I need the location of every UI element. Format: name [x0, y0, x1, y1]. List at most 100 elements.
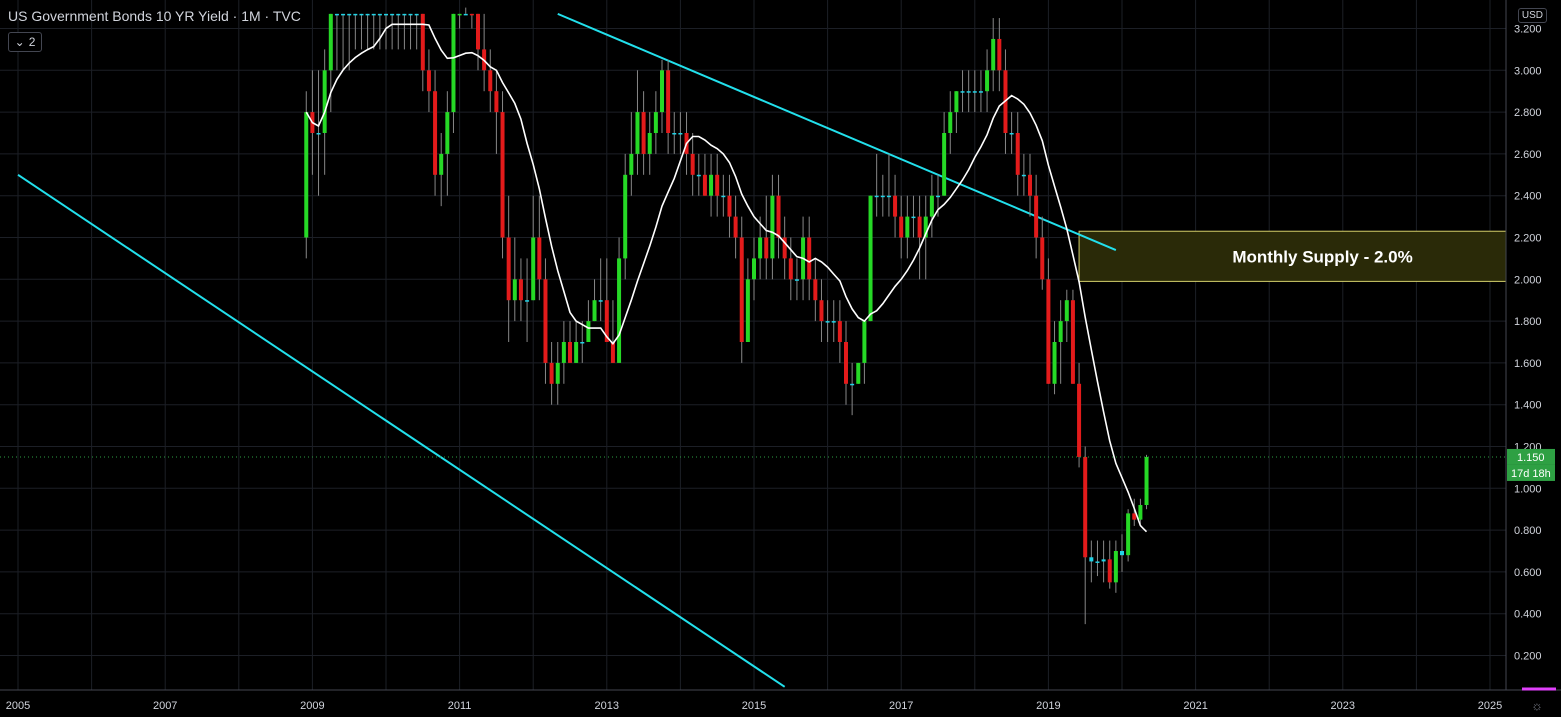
candle-body	[886, 195, 891, 198]
candle	[500, 91, 505, 259]
candle-body	[764, 237, 769, 259]
candle-body	[555, 362, 560, 384]
candle-body	[752, 258, 756, 280]
candle-body	[549, 362, 554, 384]
candle-body	[525, 300, 530, 302]
candle-body	[985, 70, 990, 92]
candle-body	[1064, 300, 1069, 322]
candle-body	[972, 91, 977, 93]
gear-icon[interactable]: ☼	[1531, 698, 1543, 713]
candle-body	[635, 112, 640, 154]
candle-body	[623, 174, 628, 259]
candle-body	[991, 38, 996, 71]
candle-body	[1028, 174, 1032, 196]
candle-body	[899, 216, 904, 238]
candle-body	[1040, 237, 1045, 280]
candle-body	[574, 342, 579, 363]
candle-body	[1113, 551, 1118, 583]
price-tick-label: 2.800	[1514, 107, 1542, 119]
candle-body	[463, 13, 468, 16]
time-tick-label: 2017	[889, 700, 913, 712]
candle-body	[420, 13, 425, 71]
candle-body	[825, 321, 830, 323]
candle-body	[1126, 513, 1131, 556]
candle-body	[408, 13, 413, 16]
chevron-down-icon: ⌄	[14, 35, 25, 49]
candle-body	[660, 70, 664, 113]
candle-body	[445, 112, 450, 154]
candle-body	[1089, 557, 1094, 562]
candle-body	[390, 13, 395, 16]
time-tick-label: 2021	[1183, 700, 1207, 712]
price-tick-label: 1.000	[1514, 483, 1542, 495]
candle-body	[1009, 133, 1014, 135]
candle-body	[469, 13, 474, 16]
candle-body	[610, 342, 615, 363]
candle-body	[653, 112, 658, 133]
candle-body	[457, 13, 462, 16]
candle-body	[580, 342, 585, 344]
candle-body	[1070, 300, 1075, 384]
candle-body	[500, 112, 505, 238]
candle-body	[568, 342, 572, 363]
price-tick-label: 0.200	[1514, 651, 1542, 663]
candle-body	[617, 258, 622, 363]
candle-body	[997, 38, 1002, 71]
candle-body	[813, 279, 818, 301]
candle-body	[1083, 456, 1088, 558]
candle-body	[1101, 559, 1106, 562]
candle-body	[647, 133, 652, 154]
candle-body	[586, 321, 591, 342]
candle-body	[709, 174, 714, 196]
candle-body	[758, 237, 763, 259]
last-price-value: 1.150	[1517, 452, 1545, 464]
candle-body	[414, 13, 419, 16]
candle-body	[1095, 561, 1100, 563]
supply-zone[interactable]: Monthly Supply - 2.0%	[1078, 230, 1507, 282]
candle-body	[353, 13, 358, 16]
candle-body	[334, 13, 339, 16]
candle-body	[347, 13, 352, 16]
candle-body	[629, 153, 634, 175]
price-tick-label: 0.600	[1514, 567, 1542, 579]
candle-body	[396, 13, 401, 16]
candle-body	[911, 216, 916, 219]
candle-body	[819, 300, 824, 322]
indicator-legend-toggle[interactable]: ⌄ 2	[8, 32, 42, 52]
price-tick-label: 1.600	[1514, 358, 1542, 370]
candle-body	[837, 321, 842, 342]
candle-body	[316, 133, 321, 135]
candle	[304, 91, 309, 259]
candle-body	[948, 112, 953, 133]
candle-body	[598, 300, 603, 302]
candle-body	[537, 237, 542, 280]
candle-body	[433, 91, 438, 175]
candle-body	[666, 70, 671, 133]
candle-body	[678, 133, 683, 135]
candle-body	[426, 70, 431, 92]
candle-body	[690, 153, 695, 175]
candle-body	[1107, 559, 1112, 583]
price-tick-label: 1.800	[1514, 316, 1542, 328]
candle-body	[1052, 342, 1057, 384]
candle-body	[365, 13, 370, 16]
candle-body	[788, 258, 793, 280]
candle-body	[1021, 174, 1026, 177]
candle-body	[494, 91, 499, 113]
candle-body	[807, 237, 812, 280]
candle-body	[506, 237, 511, 301]
price-tick-label: 2.000	[1514, 274, 1542, 286]
indicator-count: 2	[28, 35, 36, 49]
candle-body	[844, 342, 848, 384]
candle-body	[672, 133, 677, 135]
candle-body	[966, 91, 971, 93]
candle-body	[880, 195, 885, 198]
candle-body	[1034, 195, 1039, 238]
candle-body	[518, 279, 523, 301]
currency-label[interactable]: USD	[1517, 8, 1547, 23]
price-chart[interactable]: Monthly Supply - 2.0% 3.200 3.000 2.800 2.6…	[0, 0, 1561, 717]
candle-body	[770, 195, 775, 259]
candle-body	[960, 91, 965, 93]
candle-body	[1144, 456, 1149, 506]
candle-body	[936, 195, 940, 198]
